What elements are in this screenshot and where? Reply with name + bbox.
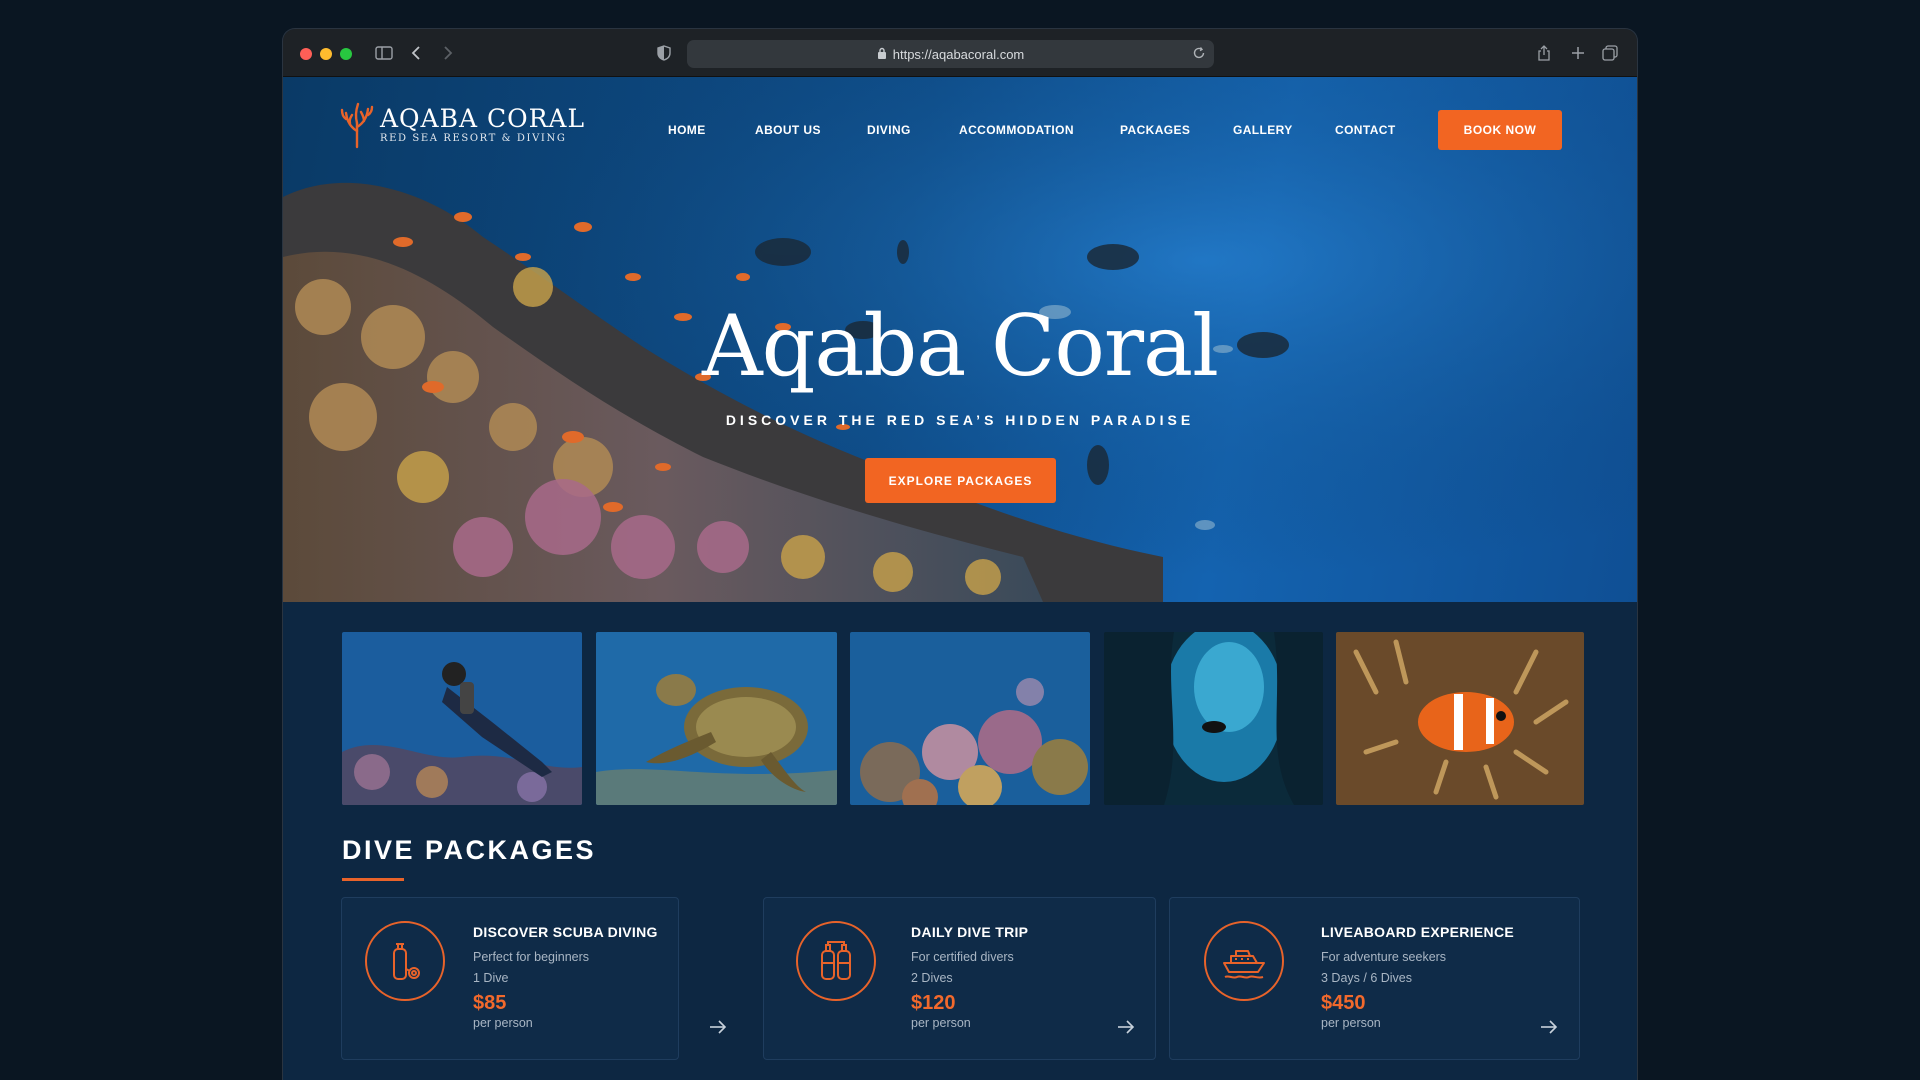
book-now-button[interactable]: BOOK NOW	[1438, 110, 1562, 150]
package-dives: 3 Days / 6 Dives	[1321, 971, 1413, 985]
hero-subtitle: DISCOVER THE RED SEA’S HIDDEN PARADISE	[725, 412, 1195, 428]
sidebar-icon[interactable]	[373, 42, 395, 64]
package-price: $450	[1321, 992, 1366, 1014]
share-icon[interactable]	[1535, 42, 1553, 64]
nav-home[interactable]: HOME	[668, 123, 706, 137]
package-price: $85	[473, 992, 507, 1014]
clownfish-photo[interactable]	[1336, 632, 1584, 805]
main-navigation: AQABA CORAL RED SEA RESORT & DIVING HOME…	[283, 77, 1637, 177]
brand-name: AQABA CORAL	[380, 104, 586, 133]
url-text: https://aqabacoral.com	[892, 46, 1025, 62]
boat-icon	[1204, 921, 1284, 1001]
coral-reef-photo[interactable]	[850, 632, 1090, 805]
package-price-unit: per person	[1321, 1016, 1381, 1030]
twin-tanks-icon	[796, 921, 876, 1001]
tab-overview-icon[interactable]	[1601, 42, 1619, 64]
window-controls	[300, 48, 352, 60]
browser-window: https://aqabacoral.com AQABA CORAL RED S…	[283, 29, 1637, 1080]
address-bar[interactable]: https://aqabacoral.com	[687, 40, 1214, 68]
scuba-tank-icon	[365, 921, 445, 1001]
package-price-unit: per person	[911, 1016, 971, 1030]
sea-turtle-photo[interactable]	[596, 632, 837, 805]
maximize-window-button[interactable]	[340, 48, 352, 60]
close-window-button[interactable]	[300, 48, 312, 60]
package-title: LIVEABOARD EXPERIENCE	[1321, 924, 1514, 940]
arrow-right-icon[interactable]	[709, 1018, 727, 1041]
package-card-discover-scuba[interactable]: DISCOVER SCUBA DIVING Perfect for beginn…	[341, 897, 727, 1060]
arrow-right-icon[interactable]	[1117, 1018, 1135, 1041]
package-title: DAILY DIVE TRIP	[911, 924, 1029, 940]
hero-section: AQABA CORAL RED SEA RESORT & DIVING HOME…	[283, 77, 1637, 602]
package-price: $120	[911, 992, 956, 1014]
heading-underline	[342, 878, 404, 881]
package-description: Perfect for beginners	[473, 950, 590, 964]
package-price-unit: per person	[473, 1016, 533, 1030]
nav-contact[interactable]: CONTACT	[1335, 123, 1396, 137]
coral-icon	[340, 101, 374, 154]
minimize-window-button[interactable]	[320, 48, 332, 60]
arrow-right-icon[interactable]	[1540, 1018, 1558, 1041]
nav-gallery[interactable]: GALLERY	[1233, 123, 1293, 137]
brand-logo[interactable]: AQABA CORAL RED SEA RESORT & DIVING	[340, 102, 586, 154]
brand-tagline: RED SEA RESORT & DIVING	[380, 133, 567, 144]
reload-icon[interactable]	[1192, 46, 1206, 63]
dive-packages-heading: DIVE PACKAGES	[342, 835, 597, 865]
back-icon[interactable]	[407, 42, 425, 64]
forward-icon[interactable]	[439, 42, 457, 64]
nav-accommodation[interactable]: ACCOMMODATION	[959, 123, 1074, 137]
new-tab-icon[interactable]	[1569, 42, 1587, 64]
lock-icon	[877, 47, 887, 62]
underwater-cave-photo[interactable]	[1104, 632, 1323, 805]
package-card-liveaboard[interactable]: LIVEABOARD EXPERIENCE For adventure seek…	[1169, 897, 1580, 1060]
nav-diving[interactable]: DIVING	[867, 123, 911, 137]
browser-toolbar: https://aqabacoral.com	[283, 29, 1637, 77]
nav-about-us[interactable]: ABOUT US	[755, 123, 821, 137]
package-dives: 2 Dives	[911, 971, 953, 985]
hero-title: Aqaba Coral	[701, 297, 1219, 395]
package-card-daily-dive[interactable]: DAILY DIVE TRIP For certified divers 2 D…	[763, 897, 1156, 1060]
explore-packages-button[interactable]: EXPLORE PACKAGES	[865, 458, 1056, 503]
package-dives: 1 Dive	[473, 971, 509, 985]
package-title: DISCOVER SCUBA DIVING	[473, 924, 658, 940]
nav-packages[interactable]: PACKAGES	[1120, 123, 1190, 137]
package-description: For adventure seekers	[1321, 950, 1447, 964]
privacy-shield-icon[interactable]	[655, 42, 673, 64]
scuba-diver-photo[interactable]	[342, 632, 582, 805]
package-description: For certified divers	[911, 950, 1014, 964]
